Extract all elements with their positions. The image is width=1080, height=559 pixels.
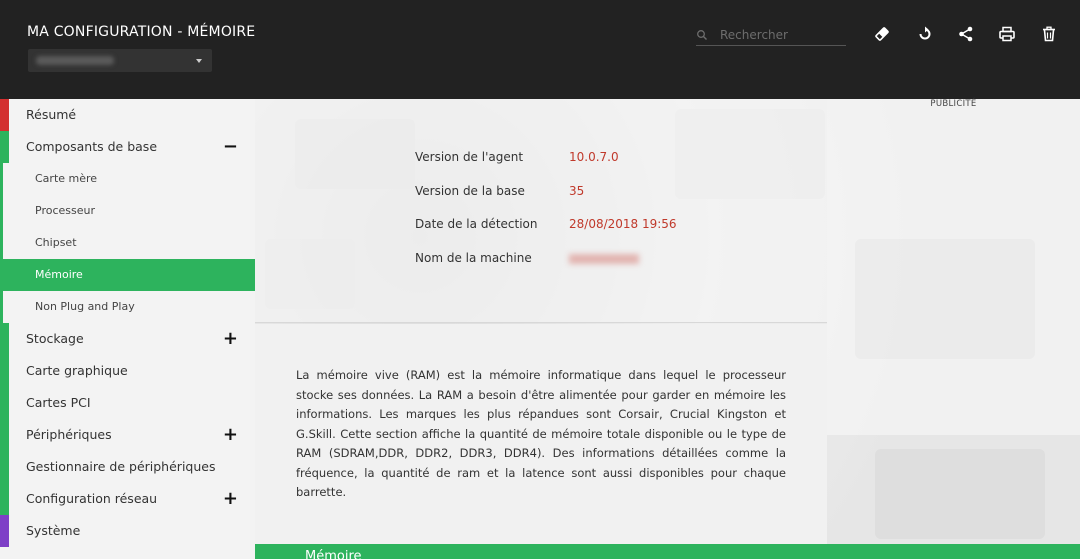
trash-icon[interactable]: [1040, 25, 1058, 43]
app-header: MA CONFIGURATION - MÉMOIRE: [0, 0, 1080, 99]
machine-select[interactable]: [28, 49, 212, 72]
sidebar-item-label: Non Plug and Play: [35, 300, 135, 313]
section-title: Mémoire: [305, 549, 362, 559]
sidebar-item-label: Carte mère: [35, 172, 98, 185]
sidebar-item-label: Composants de base: [26, 139, 158, 154]
info-label: Nom de la machine: [415, 251, 532, 265]
section-header-memory: Mémoire: [255, 544, 1080, 559]
category-stripe: [0, 483, 9, 515]
info-value-redacted: [569, 251, 749, 265]
sidebar: Résumé Composants de base − Carte mère P…: [0, 99, 255, 559]
search-input[interactable]: [720, 26, 844, 44]
category-stripe: [0, 355, 9, 387]
category-stripe: [0, 195, 3, 227]
memory-description: La mémoire vive (RAM) est la mémoire inf…: [296, 368, 786, 499]
category-stripe: [0, 99, 9, 131]
chevron-down-icon: [196, 59, 202, 63]
category-stripe: [0, 131, 9, 163]
sidebar-item-label: Chipset: [35, 236, 77, 249]
sidebar-item-label: Cartes PCI: [26, 395, 91, 410]
info-label: Version de la base: [415, 184, 525, 198]
machine-select-value: [36, 56, 114, 65]
search-box: [696, 26, 846, 46]
share-icon[interactable]: [957, 25, 975, 43]
redacted-value: [569, 253, 639, 264]
refresh-icon[interactable]: [916, 25, 934, 43]
sidebar-item-label: Résumé: [26, 107, 77, 122]
category-stripe: [0, 163, 3, 195]
background-shape: [875, 449, 1045, 539]
info-value: 28/08/2018 19:56: [569, 217, 677, 231]
category-stripe: [0, 419, 9, 451]
ad-panel: PUBLICITÉ: [827, 99, 1080, 435]
sidebar-item-summary[interactable]: Résumé: [0, 99, 255, 131]
category-stripe: [0, 227, 3, 259]
eraser-icon[interactable]: [873, 25, 891, 43]
sidebar-item-device-manager[interactable]: Gestionnaire de périphériques: [0, 451, 255, 483]
category-stripe: [0, 323, 9, 355]
detection-info-panel: Version de l'agent 10.0.7.0 Version de l…: [255, 99, 827, 323]
sidebar-item-label: Carte graphique: [26, 363, 128, 378]
sidebar-item-label: Périphériques: [26, 427, 112, 442]
sidebar-item-pci-cards[interactable]: Cartes PCI: [0, 387, 255, 419]
sidebar-subitem-processor[interactable]: Processeur: [0, 195, 255, 227]
description-panel: La mémoire vive (RAM) est la mémoire inf…: [255, 324, 827, 544]
collapse-icon[interactable]: −: [223, 131, 238, 163]
sidebar-subitem-chipset[interactable]: Chipset: [0, 227, 255, 259]
ad-label: PUBLICITÉ: [930, 99, 977, 109]
search-icon: [697, 30, 707, 40]
info-label: Version de l'agent: [415, 150, 524, 164]
sidebar-subitem-memory[interactable]: Mémoire: [0, 259, 255, 291]
sidebar-subitem-non-plug-and-play[interactable]: Non Plug and Play: [0, 291, 255, 323]
sidebar-item-system[interactable]: Système: [0, 515, 255, 547]
category-stripe: [0, 259, 3, 291]
info-value: 10.0.7.0: [569, 150, 619, 164]
expand-icon[interactable]: +: [223, 323, 238, 355]
sidebar-item-label: Système: [26, 523, 81, 538]
sidebar-item-label: Mémoire: [35, 268, 83, 281]
sidebar-subitem-motherboard[interactable]: Carte mère: [0, 163, 255, 195]
info-label: Date de la détection: [415, 217, 538, 231]
info-value: 35: [569, 184, 585, 198]
sidebar-item-storage[interactable]: Stockage +: [0, 323, 255, 355]
sidebar-item-label: Stockage: [26, 331, 84, 346]
sidebar-item-label: Processeur: [35, 204, 95, 217]
print-icon[interactable]: [998, 25, 1016, 43]
category-stripe: [0, 291, 3, 323]
page-title: MA CONFIGURATION - MÉMOIRE: [27, 24, 256, 40]
expand-icon[interactable]: +: [223, 419, 238, 451]
sidebar-item-base-components[interactable]: Composants de base −: [0, 131, 255, 163]
category-stripe: [0, 451, 9, 483]
sidebar-item-graphics-card[interactable]: Carte graphique: [0, 355, 255, 387]
category-stripe: [0, 515, 9, 547]
sidebar-item-label: Configuration réseau: [26, 491, 158, 506]
sidebar-item-peripherals[interactable]: Périphériques +: [0, 419, 255, 451]
category-stripe: [0, 387, 9, 419]
expand-icon[interactable]: +: [223, 483, 238, 515]
sidebar-item-label: Gestionnaire de périphériques: [26, 459, 216, 474]
sidebar-item-network-config[interactable]: Configuration réseau +: [0, 483, 255, 515]
